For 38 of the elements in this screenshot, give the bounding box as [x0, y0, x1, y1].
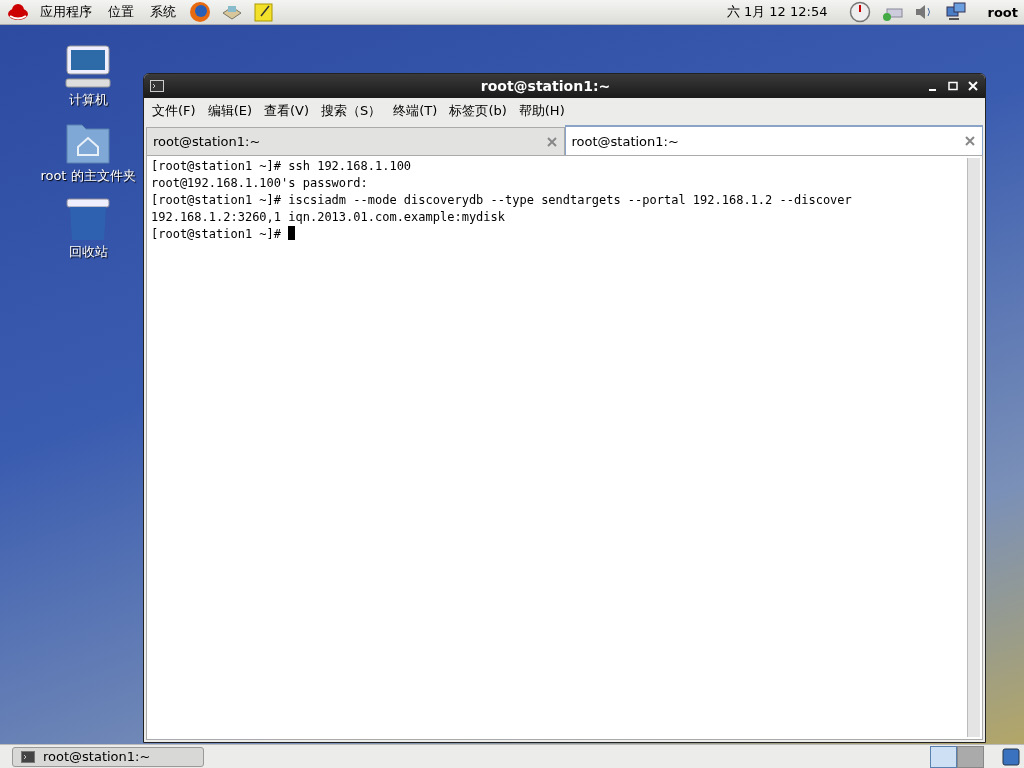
- terminal-icon: [21, 750, 35, 763]
- desktop-icon-label[interactable]: 计算机: [68, 91, 108, 109]
- menu-item[interactable]: 查看(V): [260, 101, 314, 120]
- computer-icon[interactable]: [64, 45, 112, 89]
- workspace-button[interactable]: [930, 745, 957, 768]
- panel-menu[interactable]: 应用程序: [34, 3, 98, 21]
- desktop-icon-label[interactable]: 回收站: [68, 243, 108, 261]
- terminal-line: [root@station1 ~]# ssh 192.168.1.100: [151, 158, 413, 175]
- desktop-icon-label[interactable]: root 的主文件夹: [40, 167, 136, 185]
- window-title: root@station1:~: [479, 78, 612, 94]
- terminal-icon: [150, 80, 164, 92]
- menu-item[interactable]: 文件(F): [148, 101, 200, 120]
- network-icon[interactable]: [944, 1, 967, 23]
- gauge-icon[interactable]: [848, 1, 871, 23]
- menu-item[interactable]: 帮助(H): [514, 101, 569, 120]
- cursor: [288, 226, 296, 240]
- maximize-icon[interactable]: [947, 80, 959, 92]
- clock[interactable]: 六 1月 12 12:54: [726, 3, 828, 21]
- taskbar-button[interactable]: root@station1:~: [12, 746, 204, 767]
- terminal-line: 192.168.1.2:3260,1 iqn.2013.01.com.example:mydisk: [151, 209, 506, 226]
- folder-home-icon[interactable]: [64, 121, 112, 165]
- workspace-button[interactable]: [957, 745, 984, 768]
- hat-logo-icon[interactable]: [6, 2, 30, 22]
- scrollbar[interactable]: [967, 158, 980, 737]
- terminal-line: [root@station1 ~]#: [151, 226, 961, 243]
- user-name[interactable]: root: [987, 4, 1018, 20]
- menu-item[interactable]: 终端(T): [389, 101, 442, 120]
- notepad-icon[interactable]: [253, 1, 275, 23]
- menu-item[interactable]: 标签页(b): [445, 101, 511, 120]
- menu-item[interactable]: 编辑(E): [203, 101, 256, 120]
- panel-menu[interactable]: 系统: [144, 3, 182, 21]
- globe-icon[interactable]: [189, 1, 211, 23]
- menu-item[interactable]: 搜索（S）: [317, 101, 386, 120]
- tab[interactable]: root@station1:~: [146, 127, 565, 155]
- panel-menu[interactable]: 位置: [102, 3, 140, 21]
- terminal-line: root@192.168.1.100's password:: [151, 175, 369, 192]
- terminal-line: [root@station1 ~]# iscsiadm --mode discoverydb --type sendtargets --portal 192.168.1.2 --discover: [151, 192, 853, 209]
- tab[interactable]: root@station1:~: [564, 125, 983, 155]
